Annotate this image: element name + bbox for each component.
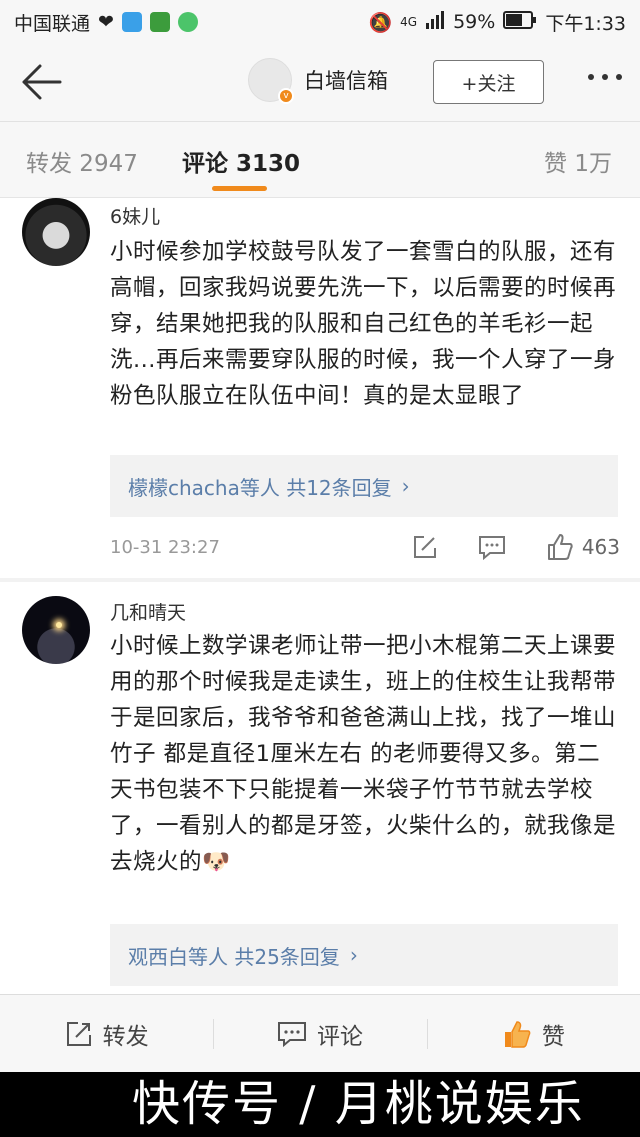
comment-text: 小时候参加学校鼓号队发了一套雪白的队服，还有高帽，回家我妈说要先洗一下，以后需要… xyxy=(110,239,617,409)
like-comment-button[interactable]: 463 xyxy=(546,533,620,561)
replies-summary: 观西白等人 共25条回复 xyxy=(128,944,340,969)
comment-item: 6妹儿 小时候参加学校鼓号队发了一套雪白的队服，还有高帽，回家我妈说要先洗一下，… xyxy=(0,198,640,578)
repost-button[interactable]: 转发 xyxy=(0,995,213,1072)
chevron-right-icon: › xyxy=(401,474,410,498)
back-button[interactable] xyxy=(18,62,62,102)
reply-comment-button[interactable] xyxy=(478,534,506,560)
more-dot-icon xyxy=(588,74,594,80)
comment-label: 评论 xyxy=(316,1023,363,1050)
like-button[interactable]: 赞 xyxy=(426,995,640,1072)
clock: 下午1:33 xyxy=(545,12,626,35)
mute-icon: 🔕 xyxy=(368,11,393,34)
divider xyxy=(0,578,640,582)
more-dot-icon xyxy=(616,74,622,80)
signal-icon xyxy=(425,10,445,34)
author-avatar: v xyxy=(248,58,294,104)
like-label: 赞 xyxy=(541,1023,565,1050)
battery-icon xyxy=(503,10,537,34)
thumbs-up-icon xyxy=(547,534,573,560)
author-name: 白墙信箱 xyxy=(304,69,388,93)
post-tabs: 转发 2947 评论 3130 赞 1万 xyxy=(0,122,640,198)
tab-like[interactable]: 赞 1万 xyxy=(544,144,612,178)
repost-label: 转发 xyxy=(102,1023,149,1050)
back-arrow-icon xyxy=(22,64,62,100)
status-bar: 中国联通 ❤ 🔕 4G 59% 下午1:33 xyxy=(0,0,640,44)
heart-app-icon: ❤ xyxy=(98,11,114,33)
watermark-banner: 快传号 / 月桃说娱乐 xyxy=(0,1072,640,1137)
comment-bubble-icon xyxy=(478,536,505,560)
chevron-right-icon: › xyxy=(349,943,358,967)
comment-icon xyxy=(277,1021,306,1047)
comment-meta: 10-31 23:27 463 xyxy=(110,532,620,562)
edit-share-icon xyxy=(413,536,436,558)
commenter-avatar[interactable] xyxy=(22,596,90,664)
verified-badge-icon: v xyxy=(278,88,294,104)
douban-icon xyxy=(149,12,170,32)
more-dot-icon xyxy=(602,74,608,80)
like-count: 463 xyxy=(581,535,620,559)
replies-link[interactable]: 观西白等人 共25条回复 › xyxy=(110,924,618,986)
follow-button[interactable]: +关注 xyxy=(433,60,544,104)
comment-list[interactable]: 6妹儿 小时候参加学校鼓号队发了一套雪白的队服，还有高帽，回家我妈说要先洗一下，… xyxy=(0,198,640,994)
carrier-label: 中国联通 xyxy=(14,12,91,35)
thumbs-up-filled-icon xyxy=(504,1020,531,1048)
bottom-action-bar: 转发 评论 赞 xyxy=(0,994,640,1072)
battery-percent: 59% xyxy=(453,11,496,33)
network-label: 4G xyxy=(400,15,418,29)
comment-item: 几和晴天 小时候上数学课老师让带一把小木棍第二天上课要用的那个时候我是走读生，班… xyxy=(0,596,640,994)
repost-comment-button[interactable] xyxy=(412,534,438,560)
author-profile-link[interactable]: v 白墙信箱 xyxy=(248,58,388,104)
replies-summary: 檬檬chacha等人 共12条回复 xyxy=(128,475,392,500)
more-options-button[interactable] xyxy=(588,74,622,80)
replies-link[interactable]: 檬檬chacha等人 共12条回复 › xyxy=(110,455,618,517)
repost-icon xyxy=(66,1021,91,1046)
commenter-avatar[interactable] xyxy=(22,198,90,266)
top-nav-bar: v 白墙信箱 +关注 xyxy=(0,44,640,122)
comment-button[interactable]: 评论 xyxy=(213,995,426,1072)
app-icon xyxy=(121,12,142,32)
follow-label: +关注 xyxy=(461,72,516,95)
comment-timestamp: 10-31 23:27 xyxy=(110,536,220,558)
comment-text: 小时候上数学课老师让带一把小木棍第二天上课要用的那个时候我是走读生，班上的住校生… xyxy=(110,633,617,875)
tab-comment[interactable]: 评论 3130 xyxy=(182,144,300,178)
commenter-name[interactable]: 6妹儿 xyxy=(110,202,160,229)
active-tab-indicator xyxy=(212,186,267,191)
tab-repost[interactable]: 转发 2947 xyxy=(26,144,138,178)
play-icon xyxy=(177,12,198,32)
commenter-name[interactable]: 几和晴天 xyxy=(110,598,186,625)
